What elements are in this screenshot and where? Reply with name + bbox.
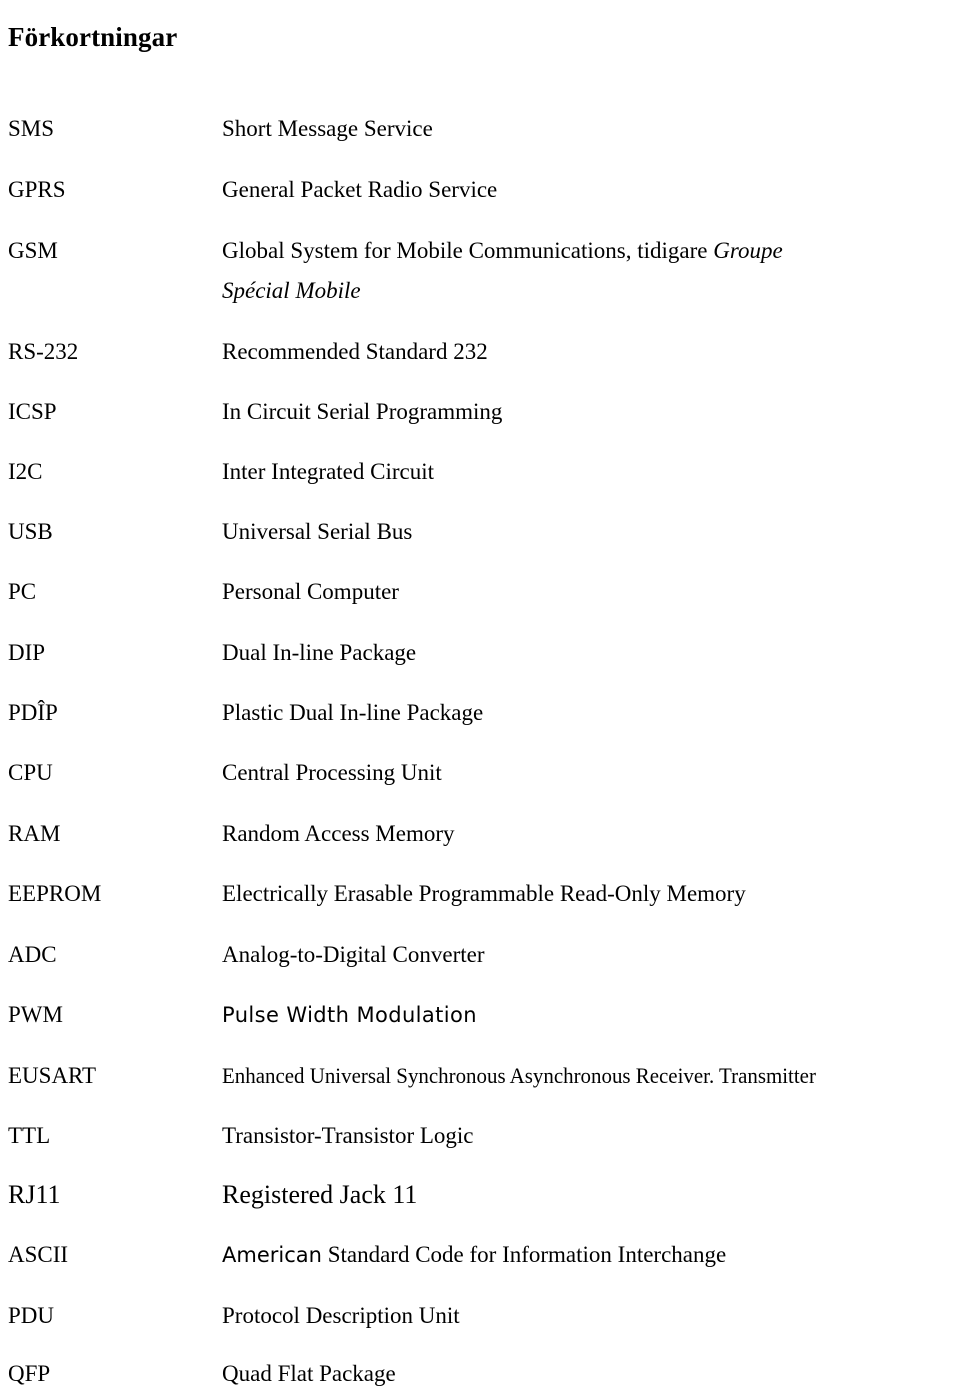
abbreviation-definition: Recommended Standard 232 [222, 339, 488, 364]
abbreviation-term: TTL [8, 1123, 51, 1148]
abbreviation-term: ADC [8, 942, 57, 967]
abbreviation-definition: Personal Computer [222, 579, 399, 604]
abbreviation-term: DIP [8, 640, 46, 665]
definition-first-word: American [222, 1243, 322, 1267]
abbreviation-definition: Dual In-line Package [222, 640, 417, 665]
abbreviation-term: GSM [8, 238, 58, 263]
abbreviation-term: QFP [8, 1361, 51, 1386]
abbreviation-definition: Registered Jack 11 [222, 1180, 418, 1209]
abbreviation-definition: Pulse Width Modulation [222, 1003, 477, 1027]
definition-rest: Standard Code for Information Interchang… [321, 1242, 727, 1267]
abbreviation-definition: American Standard Code for Information I… [222, 1241, 726, 1269]
abbreviation-term: PWM [8, 1002, 63, 1027]
abbreviation-term: EUSART [8, 1063, 97, 1088]
abbreviation-definition: Central Processing Unit [222, 760, 442, 785]
abbreviation-term: RJ11 [8, 1180, 61, 1209]
abbreviation-term: PC [8, 579, 37, 604]
abbreviation-term: I2C [8, 459, 43, 484]
abbreviation-term: ICSP [8, 399, 57, 424]
abbreviation-definition: Protocol Description Unit [222, 1303, 460, 1328]
definition-italic-text: Groupe [713, 238, 783, 263]
page-title: Förkortningar [8, 22, 178, 53]
abbreviation-term: EEPROM [8, 881, 102, 906]
abbreviation-term: RAM [8, 821, 61, 846]
abbreviation-term: GPRS [8, 177, 66, 202]
abbreviation-definition: Transistor-Transistor Logic [222, 1123, 474, 1148]
abbreviation-definition: Analog-to-Digital Converter [222, 942, 485, 967]
abbreviation-definition: Quad Flat Package [222, 1361, 396, 1386]
definition-continuation: Spécial Mobile [222, 278, 361, 303]
abbreviation-definition: Random Access Memory [222, 821, 455, 846]
abbreviation-definition: Global System for Mobile Communications,… [222, 237, 783, 265]
abbreviation-definition: Electrically Erasable Programmable Read-… [222, 881, 746, 906]
abbreviation-definition: Universal Serial Bus [222, 519, 413, 544]
abbreviation-definition: Enhanced Universal Synchronous Asynchron… [222, 1063, 816, 1088]
abbreviation-definition: Plastic Dual In-line Package [222, 700, 484, 725]
abbreviation-definition: General Packet Radio Service [222, 177, 498, 202]
document-page: Förkortningar SMS Short Message Service … [0, 0, 960, 1391]
abbreviation-definition: In Circuit Serial Programming [222, 399, 503, 424]
abbreviation-term: SMS [8, 116, 55, 141]
abbreviation-definition: Inter Integrated Circuit [222, 459, 435, 484]
abbreviation-term: PDU [8, 1303, 55, 1328]
abbreviation-term: RS-232 [8, 339, 79, 364]
definition-text: Global System for Mobile Communications,… [222, 238, 714, 263]
abbreviation-definition: Short Message Service [222, 116, 433, 141]
abbreviation-term: CPU [8, 760, 53, 785]
abbreviation-term: ASCII [8, 1242, 69, 1267]
abbreviation-term: USB [8, 519, 53, 544]
abbreviation-term: PDÎP [8, 700, 58, 725]
